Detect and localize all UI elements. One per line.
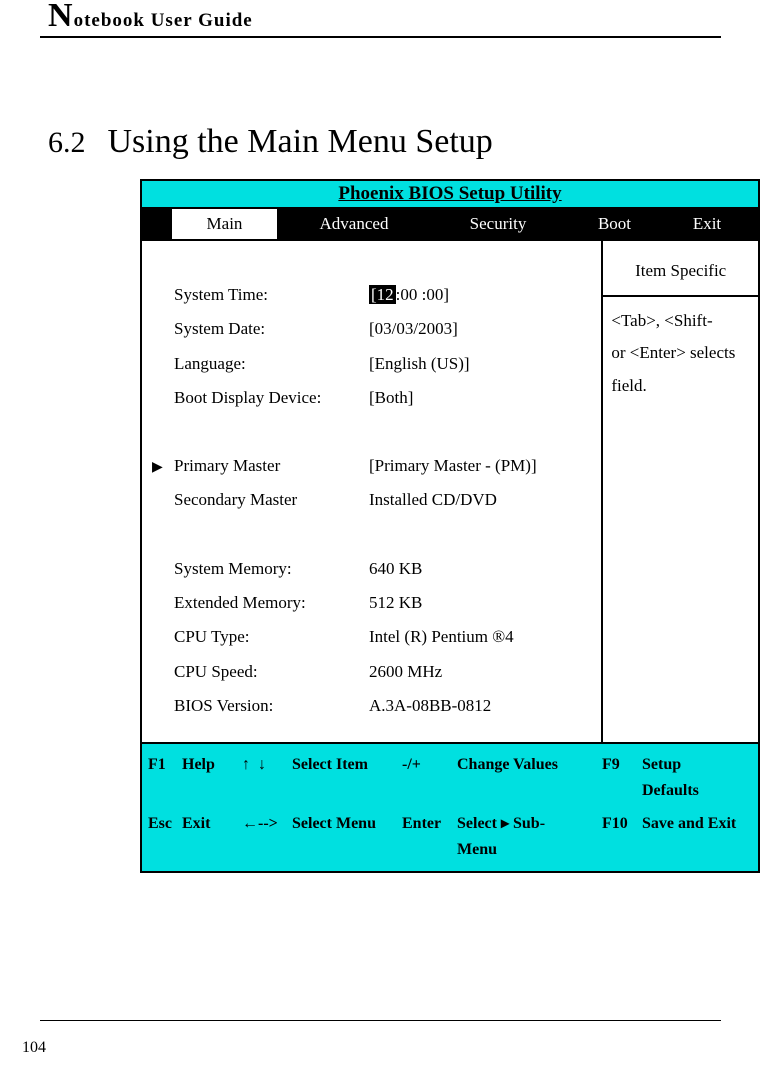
footer-f9-key: F9 (602, 748, 642, 807)
tab-security[interactable]: Security (423, 209, 577, 239)
tab-boot[interactable]: Boot (577, 209, 656, 239)
system-time-label: System Time: (174, 279, 369, 311)
field-cpu-type: CPU Type: Intel (R) Pentium ®4 (152, 621, 591, 653)
secondary-master-value: Installed CD/DVD (369, 484, 591, 516)
bios-window: Phoenix BIOS Setup Utility Main Advanced… (140, 179, 760, 873)
footer-minus-plus: -/+ (402, 748, 457, 807)
field-extended-memory: Extended Memory: 512 KB (152, 587, 591, 619)
footer-f10-key: F10 (602, 807, 642, 866)
footer-save-exit: Save and Exit (642, 807, 752, 866)
footer-arrows-leftright-icon: ←--> (242, 807, 292, 866)
system-time-hl[interactable]: [12 (369, 285, 396, 304)
side-header: Item Specific (603, 241, 758, 297)
extended-memory-label: Extended Memory: (174, 587, 369, 619)
boot-display-value[interactable]: [Both] (369, 382, 591, 414)
header-rest: otebook User Guide (74, 10, 253, 31)
side-line-2: or <Enter> selects (611, 337, 750, 369)
field-cpu-speed: CPU Speed: 2600 MHz (152, 656, 591, 688)
system-memory-value: 640 KB (369, 553, 591, 585)
field-primary-master[interactable]: ▶ Primary Master [Primary Master - (PM)] (152, 450, 591, 482)
bios-main-panel: System Time: [12:00 :00] System Date: [0… (141, 240, 602, 743)
system-date-value[interactable]: [03/03/2003] (369, 313, 591, 345)
page-number: 104 (22, 1039, 46, 1057)
field-boot-display[interactable]: Boot Display Device: [Both] (152, 382, 591, 414)
primary-master-label: Primary Master (174, 450, 369, 482)
footer-help: Help (182, 748, 242, 807)
field-system-memory: System Memory: 640 KB (152, 553, 591, 585)
header-title: Notebook User Guide (40, 4, 721, 32)
field-secondary-master[interactable]: Secondary Master Installed CD/DVD (152, 484, 591, 516)
footer-select-item: Select Item (292, 748, 402, 807)
footer-esc-key: Esc (148, 807, 182, 866)
tab-spacer-left (142, 209, 172, 239)
bios-title: Phoenix BIOS Setup Utility (141, 180, 759, 208)
field-language[interactable]: Language: [English (US)] (152, 348, 591, 380)
side-line-1: <Tab>, <Shift- (611, 305, 750, 337)
triangle-right-icon: ▶ (152, 453, 174, 480)
language-label: Language: (174, 348, 369, 380)
cpu-type-label: CPU Type: (174, 621, 369, 653)
footer-setup-defaults: Setup Defaults (642, 748, 752, 807)
bios-tabs: Main Advanced Security Boot Exit (141, 208, 759, 240)
secondary-master-label: Secondary Master (174, 484, 369, 516)
bios-footer: F1 Help ↑ ↓ Select Item -/+ Change Value… (141, 743, 759, 871)
system-date-label: System Date: (174, 313, 369, 345)
field-system-time[interactable]: System Time: [12:00 :00] (152, 279, 591, 311)
footer-select-menu: Select Menu (292, 807, 402, 866)
section-title: Using the Main Menu Setup (108, 123, 493, 161)
footer-select-sub: Select ▸ Sub- Menu (457, 807, 602, 866)
cpu-speed-label: CPU Speed: (174, 656, 369, 688)
header-rule (40, 36, 721, 38)
section-heading: 6.2 Using the Main Menu Setup (40, 123, 721, 161)
bios-version-label: BIOS Version: (174, 690, 369, 722)
tab-main[interactable]: Main (172, 209, 281, 239)
page-footer-rule (40, 1020, 721, 1021)
side-line-3: field. (611, 370, 750, 402)
footer-enter-key: Enter (402, 807, 457, 866)
bios-version-value: A.3A-08BB-0812 (369, 690, 591, 722)
footer-f1-key: F1 (148, 748, 182, 807)
field-bios-version: BIOS Version: A.3A-08BB-0812 (152, 690, 591, 722)
boot-display-label: Boot Display Device: (174, 382, 369, 414)
primary-master-value: [Primary Master - (PM)] (369, 450, 591, 482)
footer-change-values: Change Values (457, 748, 602, 807)
system-time-value[interactable]: [12:00 :00] (369, 279, 591, 311)
side-body: <Tab>, <Shift- or <Enter> selects field. (603, 297, 758, 410)
cpu-speed-value: 2600 MHz (369, 656, 591, 688)
extended-memory-value: 512 KB (369, 587, 591, 619)
tab-advanced[interactable]: Advanced (289, 209, 423, 239)
system-memory-label: System Memory: (174, 553, 369, 585)
system-time-rest: :00 :00] (396, 285, 449, 304)
field-system-date[interactable]: System Date: [03/03/2003] (152, 313, 591, 345)
page-header: Notebook User Guide (40, 0, 721, 38)
footer-arrows-updown-icon: ↑ ↓ (242, 748, 292, 807)
header-cap: N (48, 0, 74, 34)
footer-exit: Exit (182, 807, 242, 866)
cpu-type-value: Intel (R) Pentium ®4 (369, 621, 591, 653)
tab-spacer-1 (281, 209, 289, 239)
section-number: 6.2 (48, 126, 86, 160)
language-value[interactable]: [English (US)] (369, 348, 591, 380)
tab-exit[interactable]: Exit (656, 209, 758, 239)
bios-side-panel: Item Specific <Tab>, <Shift- or <Enter> … (602, 240, 759, 743)
